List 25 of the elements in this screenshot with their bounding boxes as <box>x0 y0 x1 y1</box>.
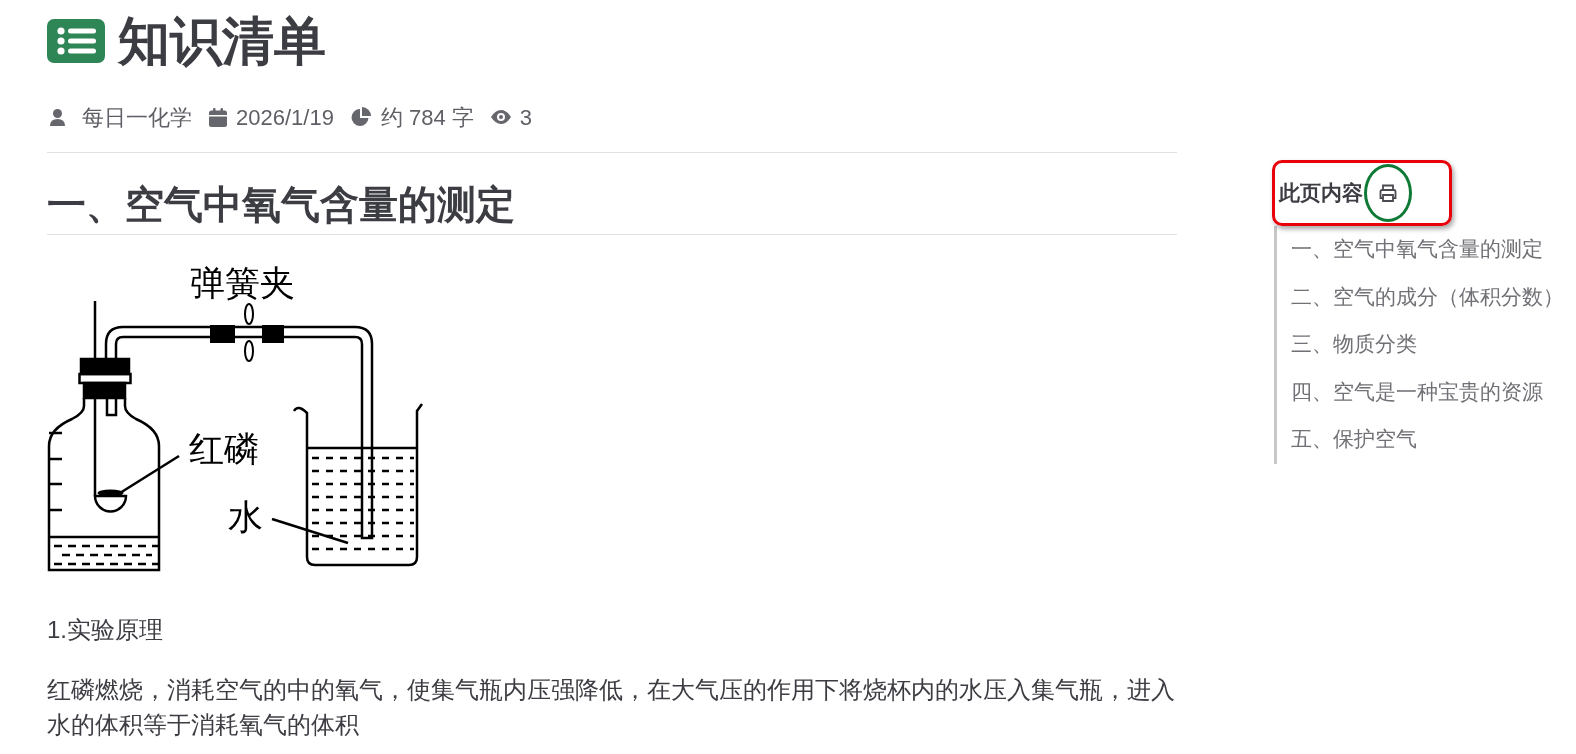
rubber-stopper <box>78 357 132 400</box>
diagram-label: 水 <box>228 498 263 537</box>
paragraph: 1.实验原理 <box>47 615 164 645</box>
list-icon <box>47 19 105 63</box>
printer-icon <box>1378 183 1398 203</box>
diagram-label: 红磷 <box>189 430 259 469</box>
meta-text: 约 784 字 <box>380 103 474 132</box>
page-title: 知识清单 <box>118 11 326 72</box>
eye-icon <box>490 110 511 124</box>
toc-link[interactable]: 五、保护空气 <box>1291 424 1417 456</box>
toc-link[interactable]: 二、空气的成分（体积分数） <box>1291 281 1564 313</box>
toc-title: 此页内容 <box>1279 179 1363 206</box>
toc-link[interactable]: 一、空气中氧气含量的测定 <box>1291 234 1543 266</box>
toc-link[interactable]: 四、空气是一种宝贵的资源 <box>1291 376 1543 408</box>
paragraph: 红磷燃烧，消耗空气的中的氧气，使集气瓶内压强降低，在大气压的作用下将烧杯内的水压入集气瓶，进入水的体积等于消耗氧气的体积 <box>47 675 1176 740</box>
meta-text: 每日一化学 <box>82 103 192 132</box>
diagram-label: 弹簧夹 <box>190 264 295 303</box>
calendar-icon <box>209 107 227 127</box>
meta-text: 2026/1/19 <box>236 103 334 132</box>
leader-line <box>119 454 180 495</box>
pie-chart-icon <box>350 107 371 127</box>
user-icon <box>50 108 65 126</box>
meta-text: 3 <box>519 103 533 132</box>
toc-link[interactable]: 三、物质分类 <box>1291 329 1417 361</box>
section-heading: 一、空气中氧气含量的测定 <box>47 180 1177 235</box>
